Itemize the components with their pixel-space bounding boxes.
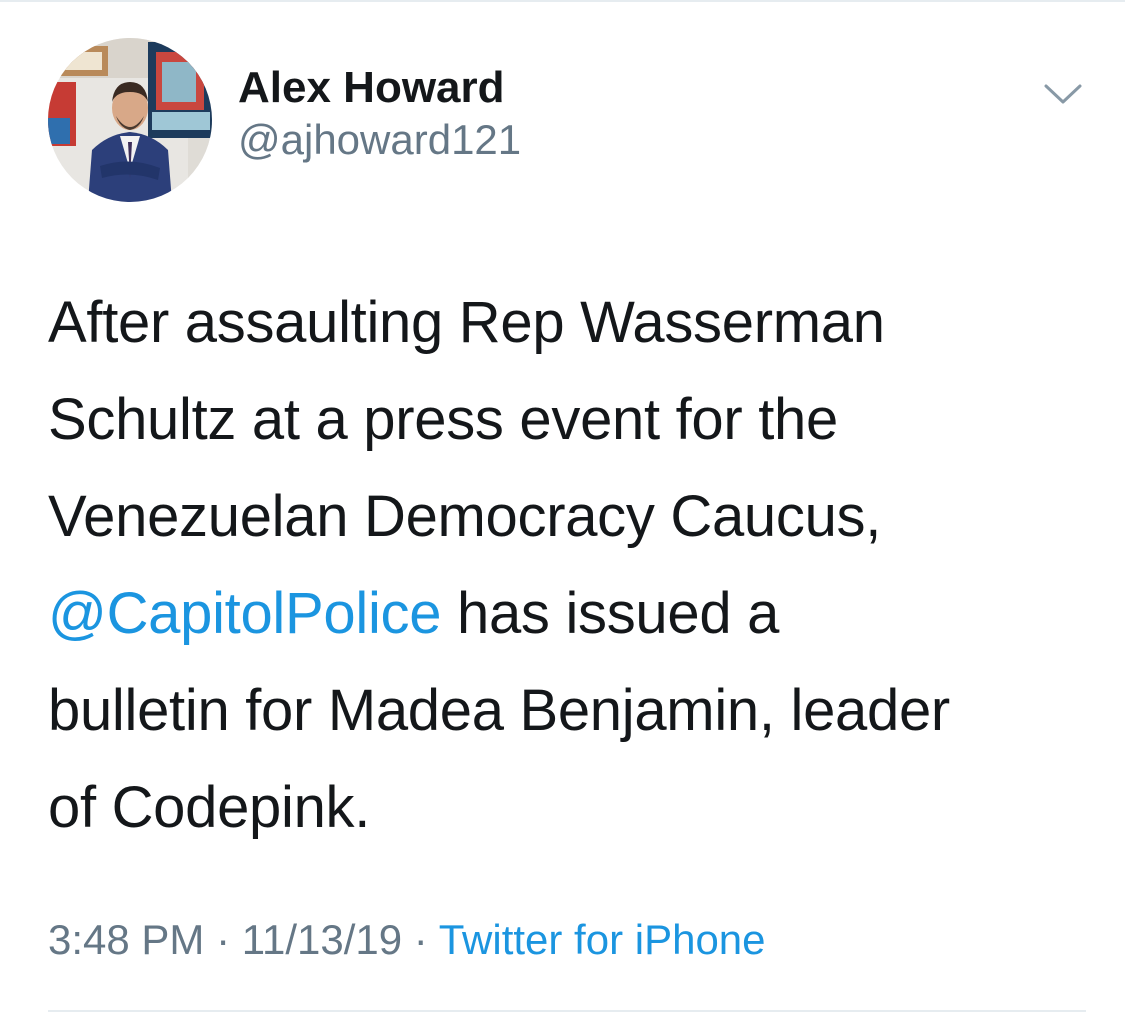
tweet-card: Alex Howard @ajhoward121 After assaultin… xyxy=(0,0,1125,1032)
avatar[interactable] xyxy=(48,38,212,202)
avatar-image xyxy=(48,38,212,202)
tweet-text-line: Venezuelan Democracy Caucus, xyxy=(48,484,882,549)
tweet-text-line: of Codepink. xyxy=(48,775,371,840)
tweet-text-line: After assaulting Rep Wasserman xyxy=(48,290,885,355)
tweet-text-line: bulletin for Madea Benjamin, leader xyxy=(48,678,950,743)
bottom-divider xyxy=(48,1010,1086,1012)
chevron-down-icon[interactable] xyxy=(1042,76,1084,112)
tweet-time[interactable]: 3:48 PM xyxy=(48,916,204,963)
tweet-text-line: @CapitolPolice has issued a xyxy=(48,565,1088,662)
tweet-meta: 3:48 PM · 11/13/19 · Twitter for iPhone xyxy=(48,912,766,968)
meta-separator: · xyxy=(402,916,439,963)
tweet-text-fragment: has issued a xyxy=(441,581,780,646)
tweet-date[interactable]: 11/13/19 xyxy=(242,916,402,963)
tweet-text-line: Schultz at a press event for the xyxy=(48,387,838,452)
meta-separator: · xyxy=(204,916,242,963)
user-info: Alex Howard @ajhoward121 xyxy=(238,62,521,166)
user-handle[interactable]: @ajhoward121 xyxy=(238,114,521,166)
mention-link[interactable]: @CapitolPolice xyxy=(48,581,442,646)
display-name[interactable]: Alex Howard xyxy=(238,62,521,114)
tweet-source-link[interactable]: Twitter for iPhone xyxy=(439,916,766,963)
tweet-text: After assaulting Rep Wasserman Schultz a… xyxy=(48,274,1088,856)
